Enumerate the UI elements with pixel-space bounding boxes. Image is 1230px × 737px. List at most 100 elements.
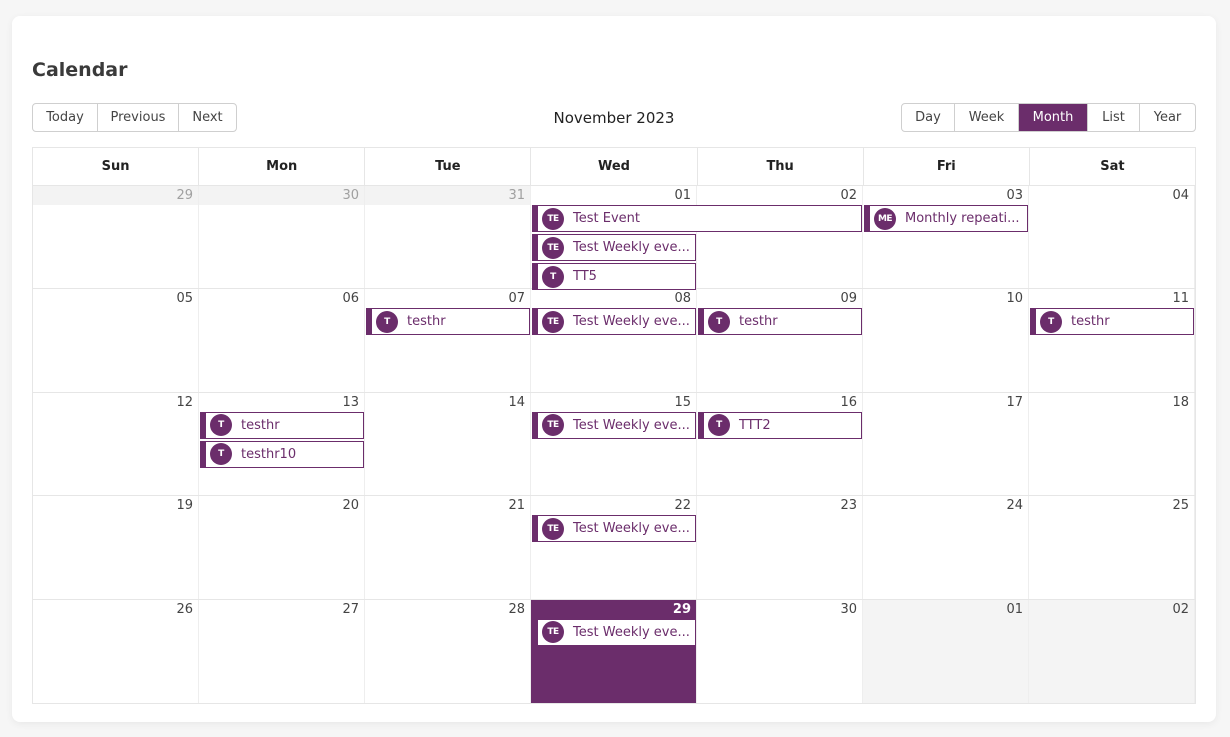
day-cell[interactable]: 02 [1029,599,1195,703]
day-number[interactable]: 26 [176,602,193,617]
day-cell[interactable]: 12 [33,392,199,496]
event-avatar-badge: T [210,414,232,437]
day-number[interactable]: 02 [840,188,857,203]
day-cell[interactable]: 26 [33,599,199,703]
day-cell[interactable]: 30 [199,186,365,289]
day-cell[interactable]: 10 [863,289,1029,392]
day-cell[interactable]: 04 [1029,186,1195,289]
calendar-event[interactable]: T TT5 [532,263,696,290]
event-title: testhr [1071,314,1110,330]
day-number[interactable]: 19 [176,498,193,513]
day-number[interactable]: 10 [1006,291,1023,306]
event-title: Test Weekly eve... [573,240,690,255]
day-cell[interactable]: 14 [365,392,531,496]
day-number[interactable]: 29 [176,188,193,203]
day-number[interactable]: 28 [508,602,525,617]
view-week-button[interactable]: Week [955,104,1019,131]
view-year-button[interactable]: Year [1140,104,1195,131]
day-number[interactable]: 13 [342,395,359,410]
event-avatar-badge: T [708,310,730,333]
day-cell[interactable]: 21 [365,496,531,599]
day-cell[interactable]: 07 [365,289,531,392]
day-number[interactable]: 21 [508,498,525,513]
weekday-sun: Sun [33,148,200,185]
calendar-event[interactable]: Ttesthr [698,308,862,336]
view-month-button[interactable]: Month [1019,104,1088,131]
calendar-event[interactable]: Ttesthr [366,308,530,336]
event-avatar-badge: T [542,265,564,288]
day-cell[interactable]: 08 [531,289,697,392]
calendar-event[interactable]: TE Test Weekly eve... [532,234,696,261]
day-cell[interactable]: 23 [697,496,863,599]
day-cell[interactable]: 02 [697,186,863,289]
day-cell[interactable]: 30 [697,599,863,703]
day-number[interactable]: 29 [673,602,691,617]
day-number[interactable]: 15 [674,395,691,410]
day-cell[interactable]: 16 [697,392,863,496]
calendar-event[interactable]: TE Test Weekly eve... [532,411,696,439]
calendar-event[interactable]: TE Test Weekly eve... [532,618,696,646]
event-avatar-badge: T [1040,310,1062,333]
day-number[interactable]: 17 [1006,395,1023,410]
day-cell[interactable]: 20 [199,496,365,599]
day-number[interactable]: 16 [840,395,857,410]
day-cell[interactable]: 18 [1029,392,1195,496]
calendar-event[interactable]: T TTT2 [698,411,862,439]
day-cell[interactable]: 03 [863,186,1029,289]
day-number[interactable]: 08 [674,291,691,306]
day-cell[interactable]: 25 [1029,496,1195,599]
day-number[interactable]: 11 [1172,291,1189,306]
day-number[interactable]: 09 [840,291,857,306]
day-number[interactable]: 04 [1172,188,1189,203]
calendar-event[interactable]: Ttesthr [1030,308,1194,336]
day-number[interactable]: 23 [840,498,857,513]
day-cell[interactable]: 15 [531,392,697,496]
event-title: Test Weekly eve... [573,624,690,640]
day-number[interactable]: 27 [342,602,359,617]
day-number[interactable]: 25 [1172,498,1189,513]
day-number[interactable]: 30 [342,188,359,203]
event-title: Test Weekly eve... [573,417,690,433]
day-cell[interactable]: 27 [199,599,365,703]
calendar-event[interactable]: ME Monthly repeati... [864,205,1028,232]
event-avatar-badge: TE [542,207,564,230]
day-number[interactable]: 14 [508,395,525,410]
calendar-event[interactable]: TE Test Weekly eve... [532,515,696,543]
day-cell[interactable]: 28 [365,599,531,703]
day-number[interactable]: 02 [1172,602,1189,617]
day-number[interactable]: 01 [1006,602,1023,617]
view-list-button[interactable]: List [1088,104,1140,131]
day-cell[interactable]: 22 [531,496,697,599]
day-number[interactable]: 12 [176,395,193,410]
weekday-header-row: Sun Mon Tue Wed Thu Fri Sat [33,148,1195,186]
view-day-button[interactable]: Day [902,104,955,131]
day-cell[interactable]: 24 [863,496,1029,599]
day-cell[interactable]: 19 [33,496,199,599]
day-cell[interactable]: 11 [1029,289,1195,392]
calendar-event[interactable]: TE Test Event [532,205,862,232]
day-number[interactable]: 31 [508,188,525,203]
calendar-event[interactable]: Ttesthr10 [200,440,364,468]
calendar-event[interactable]: Ttesthr [200,411,364,439]
day-number[interactable]: 20 [342,498,359,513]
day-number[interactable]: 01 [674,188,691,203]
day-number[interactable]: 24 [1006,498,1023,513]
day-number[interactable]: 05 [176,291,193,306]
day-number[interactable]: 22 [674,498,691,513]
day-number[interactable]: 18 [1172,395,1189,410]
day-cell[interactable]: 17 [863,392,1029,496]
calendar-event[interactable]: TE Test Weekly eve... [532,308,696,336]
day-cell[interactable]: 09 [697,289,863,392]
day-cell[interactable]: 01 [863,599,1029,703]
day-cell[interactable]: 31 [365,186,531,289]
other-month-band [199,186,364,205]
day-number[interactable]: 06 [342,291,359,306]
event-avatar-badge: TE [542,310,564,333]
day-number[interactable]: 30 [840,602,857,617]
day-cell[interactable]: 29 [33,186,199,289]
day-cell-today[interactable]: 29 [531,599,697,703]
day-number[interactable]: 07 [508,291,525,306]
day-cell[interactable]: 05 [33,289,199,392]
day-cell[interactable]: 06 [199,289,365,392]
day-number[interactable]: 03 [1006,188,1023,203]
